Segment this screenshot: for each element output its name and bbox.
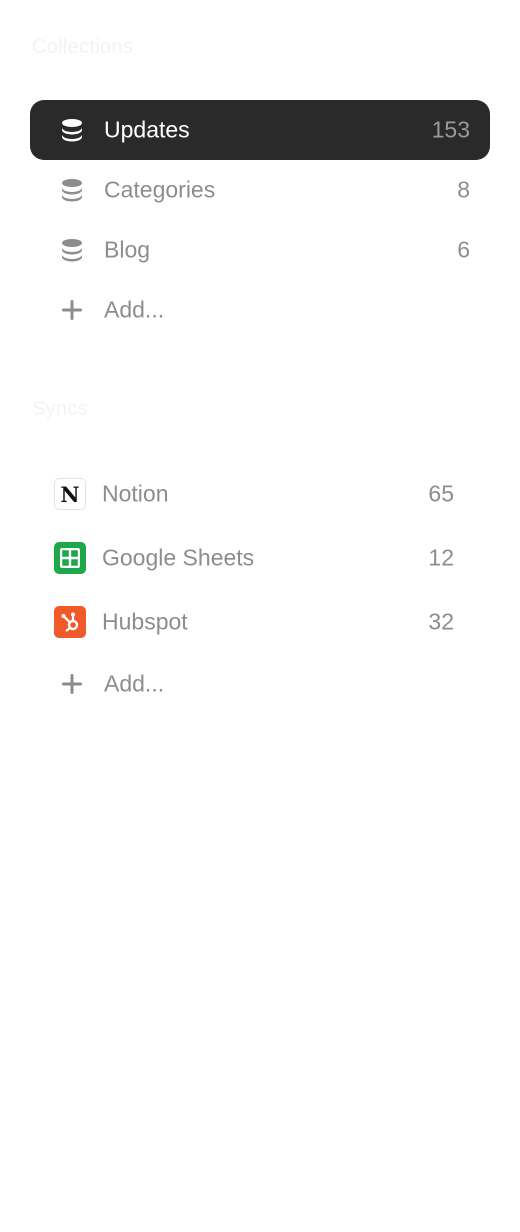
collection-item-blog[interactable]: Blog 6 <box>30 220 490 280</box>
database-icon <box>60 238 84 262</box>
sync-item-label: Google Sheets <box>102 544 255 571</box>
add-collection-button[interactable]: Add... <box>30 280 490 340</box>
syncs-section-title: Syncs <box>32 398 88 420</box>
sync-item-hubspot[interactable]: Hubspot 32 <box>30 592 490 652</box>
plus-icon <box>60 672 84 696</box>
collection-item-count: 153 <box>431 116 470 143</box>
collection-item-count: 8 <box>457 176 470 203</box>
database-icon <box>60 118 84 142</box>
sync-item-count: 32 <box>428 608 454 635</box>
collections-section-title: Collections <box>32 36 134 58</box>
sync-item-label: Hubspot <box>102 608 188 635</box>
collection-item-label: Updates <box>104 116 190 143</box>
add-sync-label: Add... <box>104 670 165 697</box>
sync-item-count: 65 <box>428 480 454 507</box>
collection-item-categories[interactable]: Categories 8 <box>30 160 490 220</box>
collection-item-label: Blog <box>104 236 151 263</box>
plus-icon <box>60 298 84 322</box>
add-collection-label: Add... <box>104 296 165 323</box>
sync-item-count: 12 <box>428 544 454 571</box>
google-sheets-icon <box>54 542 86 574</box>
collection-item-updates[interactable]: Updates 153 <box>30 100 490 160</box>
database-icon <box>60 178 84 202</box>
notion-icon: N <box>54 478 86 510</box>
collection-item-count: 6 <box>457 236 470 263</box>
collection-item-label: Categories <box>104 176 216 203</box>
sync-item-label: Notion <box>102 480 169 507</box>
add-sync-button[interactable]: Add... <box>30 654 490 714</box>
hubspot-icon <box>54 606 86 638</box>
sync-item-google-sheets[interactable]: Google Sheets 12 <box>30 528 490 588</box>
sync-item-notion[interactable]: N Notion 65 <box>30 464 490 524</box>
